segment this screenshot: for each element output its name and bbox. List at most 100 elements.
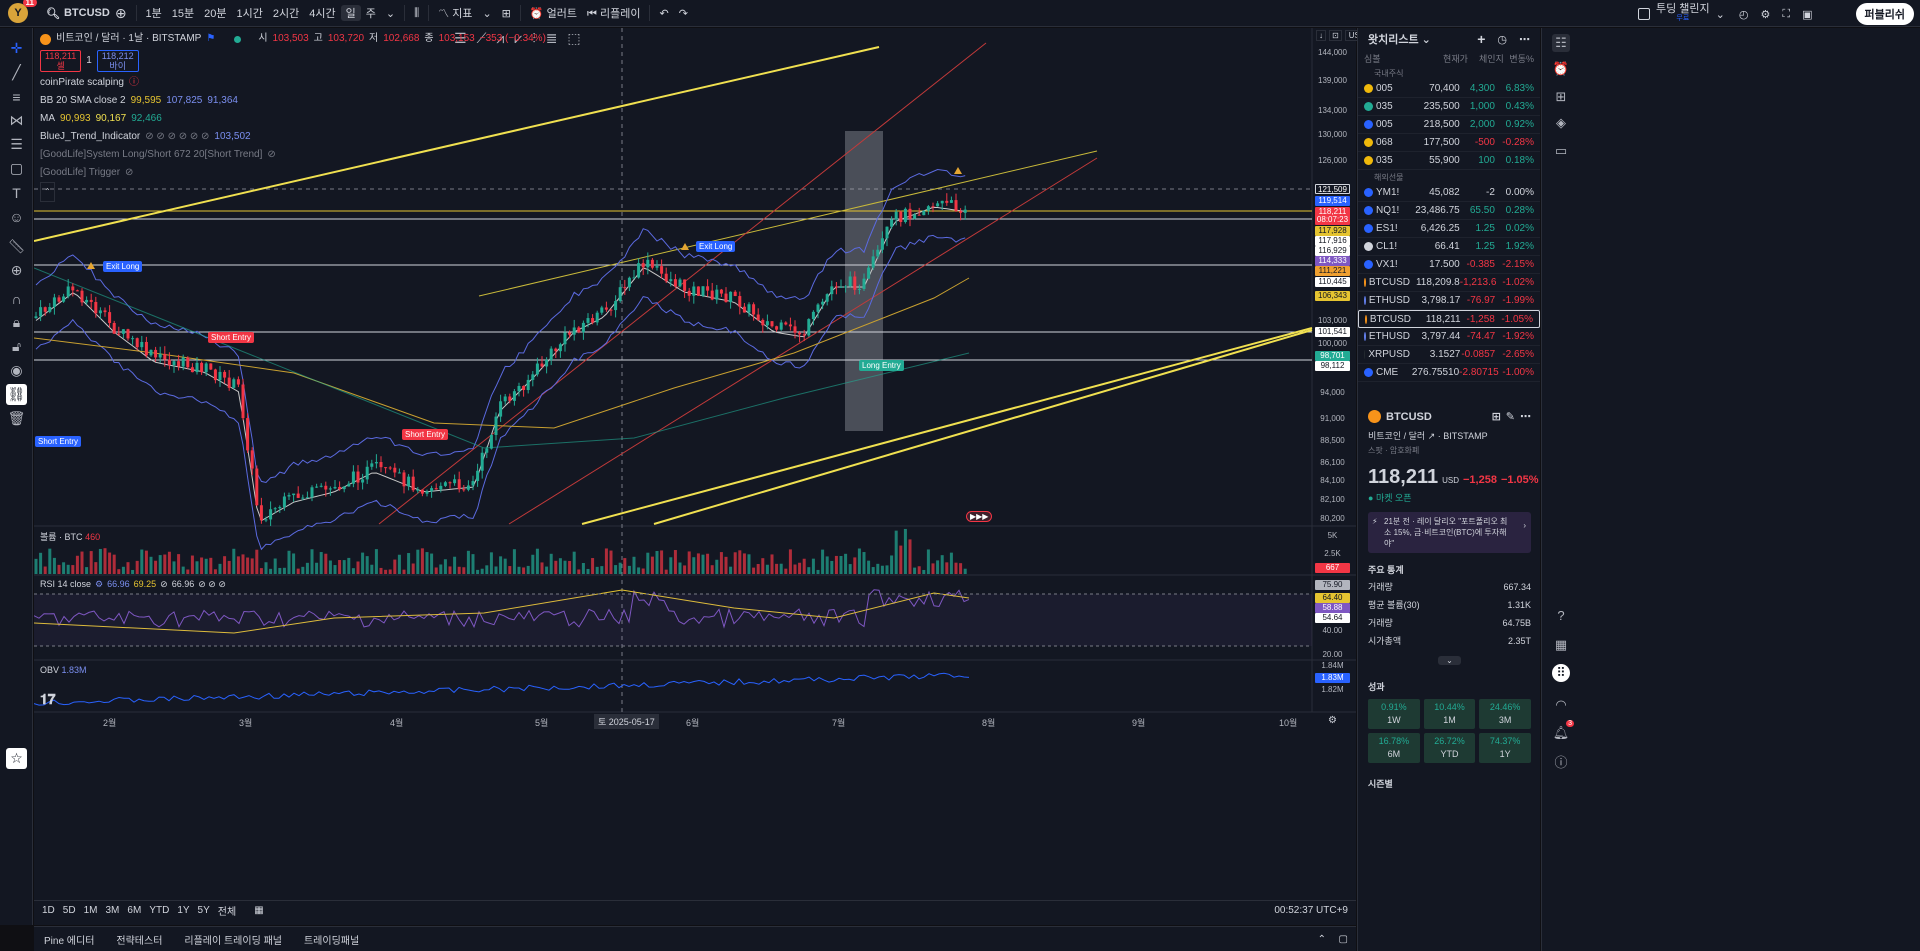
trendline-yellow[interactable]: [653, 329, 1313, 525]
emoji-icon[interactable]: ☺: [6, 206, 27, 227]
pattern-icon[interactable]: ⋈: [6, 110, 27, 131]
eye-icon[interactable]: ◉: [6, 360, 27, 381]
col-change[interactable]: 체인지: [1468, 52, 1504, 65]
link-icon[interactable]: ⛓: [6, 384, 27, 405]
signal-icon[interactable]: ◠: [1552, 696, 1570, 714]
text-icon[interactable]: T: [6, 182, 27, 203]
lock-open-icon[interactable]: 🔓︎: [6, 336, 27, 357]
indicator-row[interactable]: coinPirate scalping ⓘ: [40, 74, 546, 92]
indicator-row[interactable]: BB 20 SMA close 2 99,595 107,825 91,364: [40, 92, 546, 110]
group-header[interactable]: 국내주식: [1358, 66, 1540, 80]
watchlist-title[interactable]: 왓치리스트: [1368, 31, 1419, 47]
range-1y[interactable]: 1Y: [177, 905, 189, 916]
chart-area[interactable]: ☰ ⟋ ⩘ ⩗ ⫶ ≣ ⬚ 비트코인 / 달러 · 1날 · BITSTAMP …: [34, 28, 1370, 925]
user-avatar[interactable]: Y 11: [8, 0, 37, 23]
checkbox-icon[interactable]: [1638, 8, 1650, 20]
layouts-icon[interactable]: ⊞: [497, 7, 516, 20]
add-list-icon[interactable]: ⊞: [1552, 88, 1570, 106]
apps-icon[interactable]: ⠿: [1552, 664, 1570, 682]
star-icon[interactable]: ☆: [6, 748, 27, 769]
interval-20m[interactable]: 20분: [199, 5, 231, 21]
replay-button[interactable]: ⏮ 리플레이: [582, 5, 645, 21]
shapes-icon[interactable]: ▢: [6, 158, 27, 179]
indicator-row[interactable]: [GoodLife] Trigger ⊘: [40, 164, 546, 182]
watchlist-row[interactable]: BTCUSD 118,209.8 -1,213.6 -1.02%: [1358, 274, 1540, 292]
settings-square-icon[interactable]: ⊡: [1329, 30, 1342, 41]
lock-icon[interactable]: 🔒︎: [6, 312, 27, 333]
group-header[interactable]: 해외선물: [1358, 170, 1540, 184]
watchlist-row[interactable]: 005 218,500 2,000 0.92%: [1358, 116, 1540, 134]
calendar-icon[interactable]: ▦: [1552, 636, 1570, 654]
indicator-row[interactable]: [GoodLife]System Long/Short 672 20[Short…: [40, 146, 546, 164]
settings-icon[interactable]: ⚙: [1328, 715, 1337, 726]
help-icon[interactable]: ?: [1552, 606, 1570, 624]
chevron-down-icon[interactable]: ⌄: [381, 7, 400, 20]
chevron-down-icon[interactable]: ⌄: [1716, 8, 1725, 21]
frame-icon[interactable]: ⬚: [567, 30, 580, 47]
buy-button[interactable]: 118,212 바이: [96, 50, 139, 72]
alarm-icon[interactable]: ⏰: [1552, 60, 1570, 78]
watchlist-row[interactable]: CL1! 66.41 1.25 1.92%: [1358, 238, 1540, 256]
bell-icon[interactable]: 🔔︎ 3: [1552, 720, 1574, 742]
watchlist-row[interactable]: YM1! 45,082 -2 0.00%: [1358, 184, 1540, 202]
alert-button[interactable]: ⏰ 얼러트: [525, 5, 582, 21]
watchlist-row[interactable]: ETHUSD 3,798.17 -76.97 -1.99%: [1358, 292, 1540, 310]
trendline-red[interactable]: [508, 157, 1098, 525]
watchlist-row[interactable]: 005 70,400 4,300 6.83%: [1358, 80, 1540, 98]
range-1d[interactable]: 1D: [42, 905, 55, 916]
arrow-down-icon[interactable]: ↓: [1316, 30, 1326, 41]
range-5y[interactable]: 5Y: [198, 905, 210, 916]
candle-type-icon[interactable]: ⫼: [409, 7, 424, 20]
publish-button[interactable]: 퍼블리쉬: [1855, 3, 1914, 25]
volume-pane-title[interactable]: 볼륨 · BTC 460: [40, 530, 100, 543]
maximize-icon[interactable]: ▢: [1339, 934, 1348, 945]
crosshair-icon[interactable]: ✛: [6, 38, 27, 59]
watchlist-row[interactable]: ES1! 6,426.25 1.25 0.02%: [1358, 220, 1540, 238]
obv-pane-title[interactable]: OBV 1.83M: [40, 665, 87, 675]
watchlist-row[interactable]: VX1! 17.500 -0.385 -2.15%: [1358, 256, 1540, 274]
news-card[interactable]: ⚡ 21분 전 · 레이 달리오 "포트폴리오 최소 15%, 금·비트코인(B…: [1368, 512, 1531, 553]
watchlist-row[interactable]: 035 235,500 1,000 0.43%: [1358, 98, 1540, 116]
calendar-icon[interactable]: ▦: [254, 905, 263, 916]
interval-2h[interactable]: 2시간: [268, 5, 304, 21]
interval-4h[interactable]: 4시간: [304, 5, 340, 21]
more-icon[interactable]: ⋯: [1519, 33, 1530, 46]
perf-cell[interactable]: 0.91% 1W: [1368, 699, 1420, 729]
col-price[interactable]: 현재가: [1421, 52, 1468, 65]
tracking-icon[interactable]: ◴: [1739, 8, 1749, 21]
grid-icon[interactable]: ⊞: [1492, 410, 1501, 423]
range-3m[interactable]: 3M: [106, 905, 120, 916]
sell-button[interactable]: 118,211 셀: [40, 50, 82, 72]
layers-icon[interactable]: ◈: [1552, 114, 1570, 132]
rsi-pane-title[interactable]: RSI 14 close ⚙ 66.96 69.25 ⊘ 66.96 ⊘ ⊘ ⊘: [40, 579, 226, 590]
detail-symbol[interactable]: BTCUSD: [1386, 411, 1432, 423]
ruler-icon[interactable]: 📏︎: [6, 236, 27, 257]
more-icon[interactable]: ⋯: [1520, 410, 1531, 423]
trendline-yellow-thin[interactable]: [478, 150, 1098, 297]
help-circle-icon[interactable]: ⓘ: [1552, 752, 1570, 770]
watchlist-row[interactable]: 068 177,500 -500 -0.28%: [1358, 134, 1540, 152]
tab-pine-editor[interactable]: Pine 에디터: [44, 932, 94, 947]
interval-1d[interactable]: 일: [340, 5, 361, 21]
perf-cell[interactable]: 10.44% 1M: [1423, 699, 1476, 729]
clock[interactable]: 00:52:37 UTC+9: [1274, 905, 1348, 916]
collapse-legend-button[interactable]: ⌃: [40, 182, 546, 202]
eye-off-icon[interactable]: ⊘: [125, 164, 133, 182]
horizontal-lines-icon[interactable]: ≡: [6, 86, 27, 107]
add-icon[interactable]: +: [1477, 31, 1485, 47]
interval-1m[interactable]: 1분: [141, 5, 167, 21]
camera-icon[interactable]: ▣: [1802, 8, 1812, 21]
edit-icon[interactable]: ✎: [1506, 410, 1515, 423]
trendline-yellow[interactable]: [581, 327, 1313, 525]
perf-cell[interactable]: 74.37% 1Y: [1479, 733, 1531, 763]
trendline-icon[interactable]: ╱: [6, 62, 27, 83]
watchlist-row[interactable]: ETHUSD 3,797.44 -74.47 -1.92%: [1358, 328, 1540, 346]
symbol-search[interactable]: 🔍︎ BTCUSD: [46, 7, 110, 20]
trading-challenge-button[interactable]: 투딩 챌린지 무료: [1656, 4, 1710, 24]
zoom-icon[interactable]: ⊕: [6, 260, 27, 281]
watchlist-icon[interactable]: ☷: [1552, 34, 1570, 52]
perf-cell[interactable]: 16.78% 6M: [1368, 733, 1420, 763]
chevron-down-icon[interactable]: ⌄: [477, 7, 496, 20]
col-change-pct[interactable]: 변동%: [1504, 52, 1534, 65]
watchlist-row[interactable]: CME 276.75510 -2.80715 -1.00%: [1358, 364, 1540, 382]
